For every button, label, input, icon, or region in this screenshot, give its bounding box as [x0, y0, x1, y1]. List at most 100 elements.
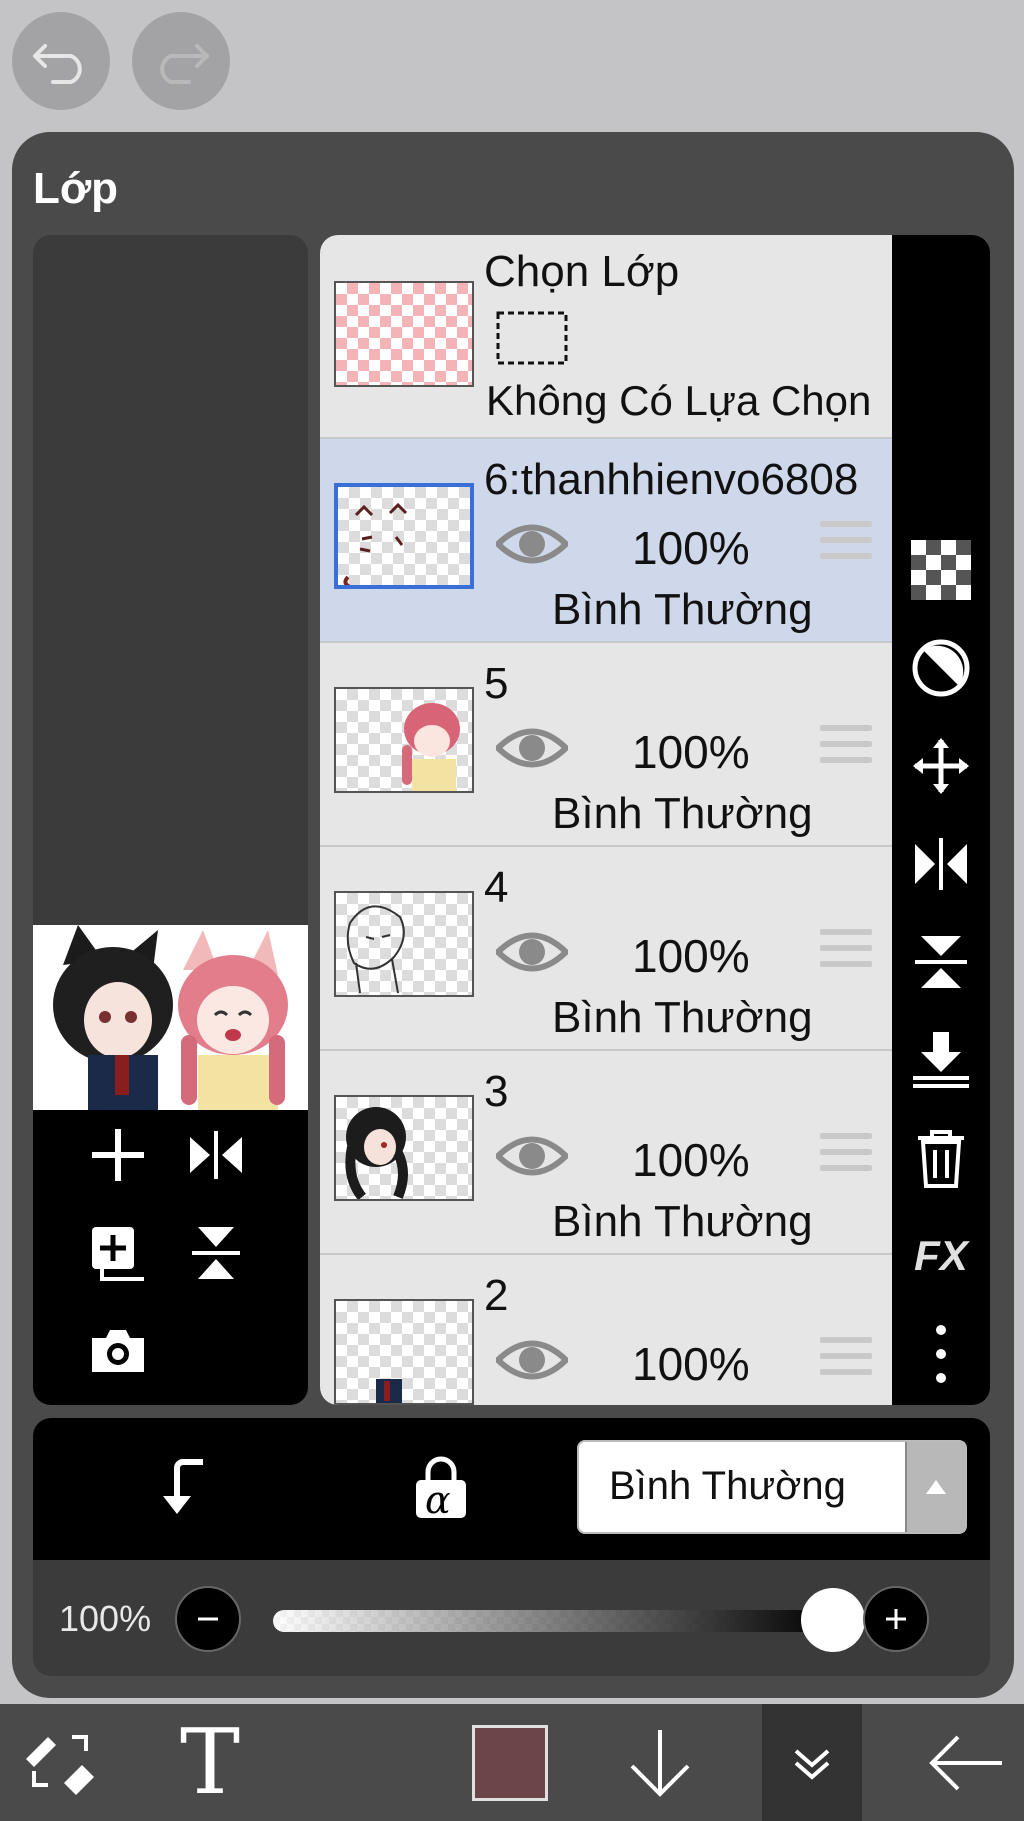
selection-thumbnail — [334, 281, 474, 387]
layer-opacity: 100% — [632, 930, 750, 982]
marquee-icon — [496, 311, 568, 365]
alpha-lock-button[interactable]: α — [401, 1448, 481, 1528]
brush-eraser-toggle[interactable] — [10, 1704, 110, 1821]
layer-blend-mode: Bình Thường — [552, 789, 813, 838]
fx-button[interactable]: FX — [906, 1221, 976, 1291]
triangle-up-icon — [926, 1480, 946, 1494]
drag-handle-icon[interactable] — [820, 929, 872, 977]
layers-toggle-button[interactable] — [762, 1704, 862, 1821]
layer-blend-mode: Bình Thường — [552, 1197, 813, 1246]
plus-icon — [886, 1609, 906, 1629]
arrow-down-icon — [630, 1729, 690, 1797]
alpha-lock-label: α — [425, 1478, 451, 1522]
blend-mode-value: Bình Thường — [609, 1464, 846, 1508]
layer-row[interactable]: 4 100% Bình Thường — [320, 847, 892, 1051]
clipping-button[interactable] — [141, 1448, 221, 1528]
flip-vertical-icon — [192, 1227, 240, 1279]
half-circle-icon — [912, 639, 970, 697]
blend-mode-select[interactable]: Bình Thường — [577, 1440, 967, 1534]
merge-down-button[interactable] — [906, 1025, 976, 1095]
move-button[interactable] — [906, 731, 976, 801]
checkerboard-icon — [911, 540, 971, 600]
bottom-toolbar: T — [0, 1704, 1024, 1821]
opacity-slider-knob[interactable] — [801, 1588, 865, 1652]
clip-arrow-icon — [163, 1459, 203, 1514]
flip-horizontal-icon — [190, 1131, 242, 1179]
plus-icon — [92, 1129, 144, 1181]
drag-handle-icon[interactable] — [820, 1337, 872, 1385]
layer-thumbnail — [334, 687, 474, 793]
layer-name: 2 — [484, 1271, 509, 1320]
arrow-left-icon — [929, 1735, 1002, 1790]
selection-status: Không Có Lựa Chọn — [486, 377, 872, 424]
eye-icon[interactable] — [496, 723, 568, 773]
color-picker-button[interactable] — [470, 1704, 550, 1821]
layer-name: 3 — [484, 1067, 509, 1116]
current-color-swatch — [472, 1724, 548, 1801]
camera-button[interactable] — [83, 1316, 153, 1386]
layer-name: 5 — [484, 659, 509, 708]
opacity-label: 100% — [59, 1598, 152, 1639]
flip-horizontal-button[interactable] — [906, 829, 976, 899]
layer-row[interactable]: 5 100% Bình Thường — [320, 643, 892, 847]
drag-handle-icon[interactable] — [820, 521, 872, 569]
redo-button[interactable] — [132, 12, 230, 110]
undo-icon — [33, 44, 82, 84]
opacity-control: 100% — [33, 1560, 990, 1676]
layer-options-bar: α Bình Thường — [33, 1418, 990, 1560]
chevron-double-down-icon — [794, 1748, 830, 1780]
blend-dropdown-arrow[interactable] — [905, 1442, 965, 1532]
more-vertical-icon — [936, 1325, 946, 1383]
layer-row[interactable]: 6:thanhhienvo6808 100% Bình Thường — [320, 439, 892, 643]
brush-eraser-icon — [26, 1734, 94, 1795]
layer-name: 6:thanhhienvo6808 — [484, 455, 859, 504]
layer-opacity: 100% — [632, 726, 750, 778]
layer-blend-mode: Bình Thường — [552, 585, 813, 634]
redo-icon — [160, 44, 209, 84]
layer-row[interactable]: 2 100% — [320, 1255, 892, 1405]
opacity-increase-button[interactable] — [863, 1586, 929, 1652]
trash-icon — [918, 1130, 964, 1188]
transparency-button[interactable] — [906, 535, 976, 605]
flip-vertical-left-button[interactable] — [181, 1218, 251, 1288]
canvas-thumbnail[interactable] — [33, 925, 308, 1110]
back-button[interactable] — [916, 1704, 1016, 1821]
drag-handle-icon[interactable] — [820, 725, 872, 773]
down-arrow-button[interactable] — [620, 1704, 700, 1821]
duplicate-layer-button[interactable] — [83, 1218, 153, 1288]
eye-icon[interactable] — [496, 1131, 568, 1181]
layer-row[interactable]: 3 100% Bình Thường — [320, 1051, 892, 1255]
delete-layer-button[interactable] — [906, 1123, 976, 1193]
flip-vertical-button[interactable] — [906, 927, 976, 997]
eye-icon[interactable] — [496, 927, 568, 977]
opacity-slider-track[interactable] — [273, 1610, 833, 1632]
layer-tools — [33, 1110, 308, 1405]
opacity-decrease-button[interactable] — [175, 1586, 241, 1652]
add-layer-button[interactable] — [83, 1120, 153, 1190]
eye-icon[interactable] — [496, 1335, 568, 1385]
flip-vertical-icon — [915, 936, 967, 988]
minus-icon — [198, 1617, 218, 1621]
flip-horizontal-icon — [915, 838, 967, 890]
move-arrows-icon — [913, 738, 969, 794]
drag-handle-icon[interactable] — [820, 1133, 872, 1181]
layer-thumbnail — [334, 1299, 474, 1405]
eye-icon[interactable] — [496, 519, 568, 569]
selection-layer-title: Chọn Lớp — [484, 247, 680, 296]
layer-name: 4 — [484, 863, 509, 912]
undo-button[interactable] — [12, 12, 110, 110]
clip-mask-button[interactable] — [906, 633, 976, 703]
text-tool-button[interactable]: T — [160, 1704, 260, 1821]
layer-opacity: 100% — [632, 522, 750, 574]
merge-down-icon — [913, 1032, 969, 1088]
layer-side-toolbar: FX — [892, 235, 990, 1405]
camera-icon — [92, 1330, 144, 1372]
layer-thumbnail — [334, 483, 474, 589]
layer-list[interactable]: Chọn Lớp Không Có Lựa Chọn 6:thanhhienvo… — [320, 235, 892, 1405]
panel-title: Lớp — [33, 164, 119, 213]
selection-layer-row[interactable]: Chọn Lớp Không Có Lựa Chọn — [320, 235, 892, 439]
layer-thumbnail — [334, 1095, 474, 1201]
flip-horizontal-left-button[interactable] — [181, 1120, 251, 1190]
more-options-button[interactable] — [906, 1319, 976, 1389]
canvas-preview — [33, 235, 308, 1405]
